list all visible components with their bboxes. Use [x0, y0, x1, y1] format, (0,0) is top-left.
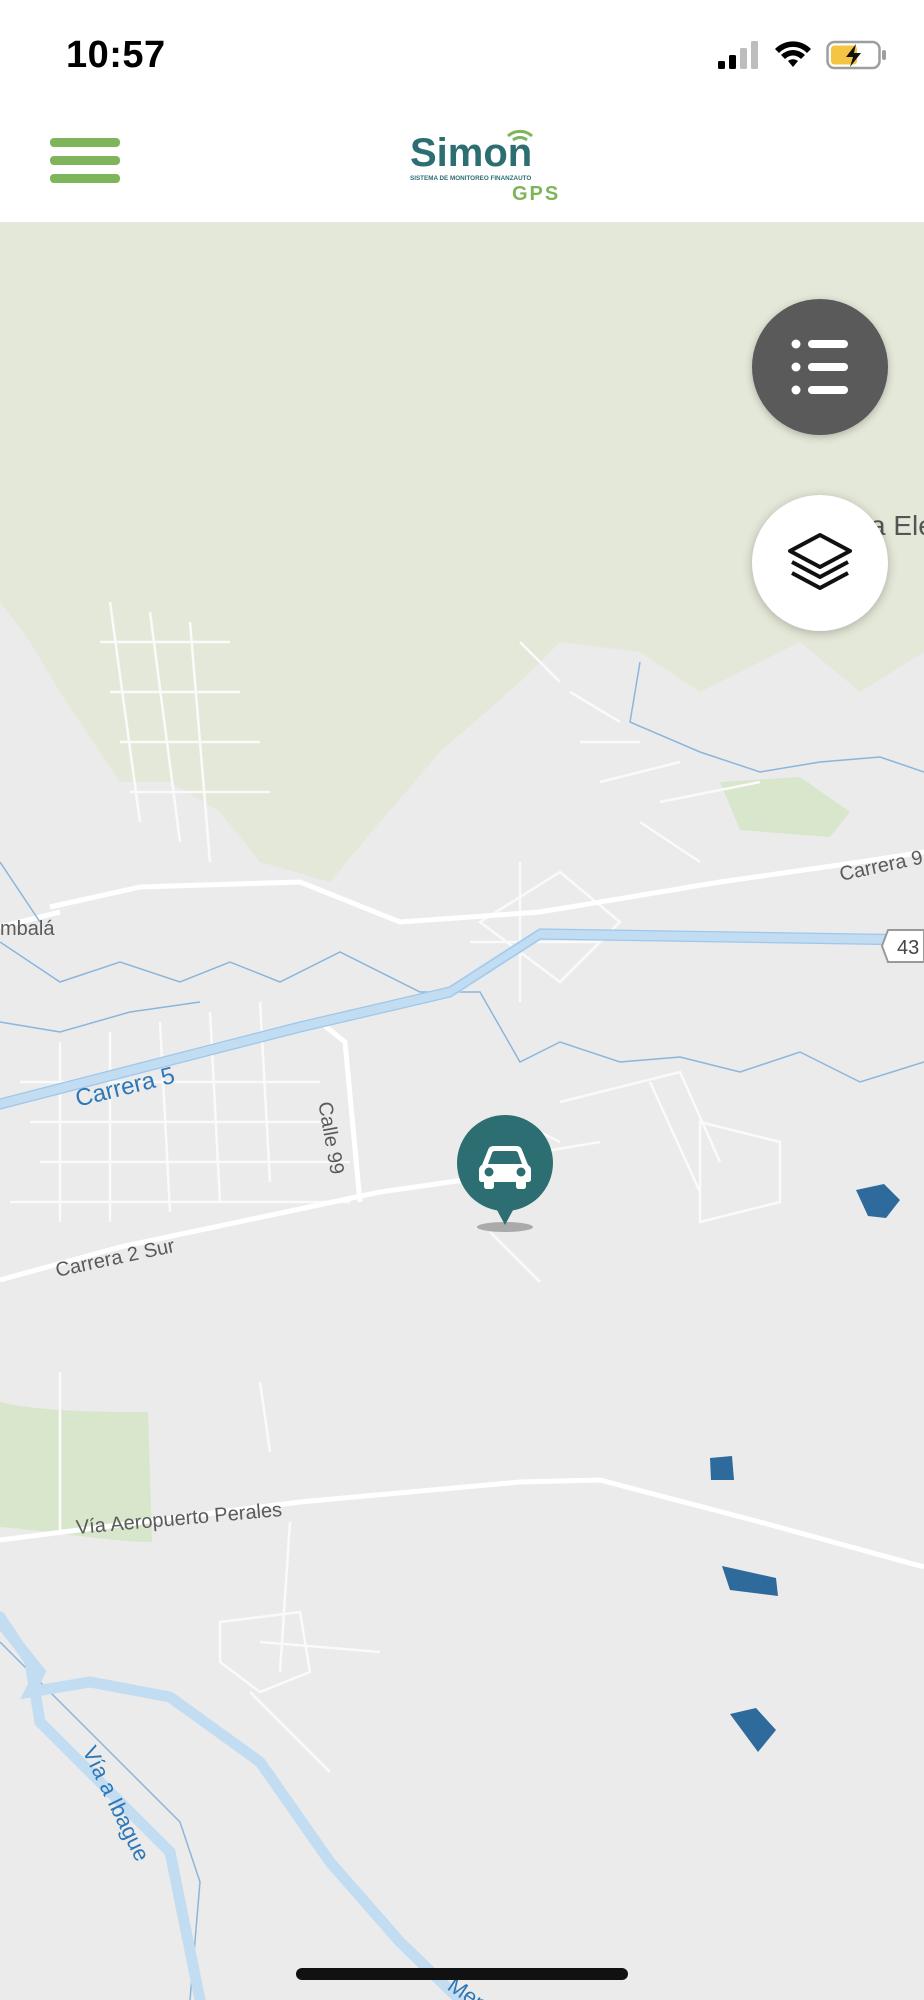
streams [0, 661, 924, 2000]
list-icon [791, 339, 848, 395]
geofence-polygon[interactable] [856, 1184, 900, 1218]
status-icons [718, 40, 888, 70]
highway-via-ibague [0, 1616, 466, 2000]
layers-icon [788, 533, 852, 590]
svg-text:43: 43 [897, 937, 919, 959]
vehicle-marker[interactable] [455, 1115, 555, 1245]
route-shield: 43 [880, 929, 924, 963]
svg-text:GPS: GPS [512, 183, 558, 204]
layers-button[interactable] [752, 495, 888, 631]
battery-charging-icon [826, 40, 886, 70]
street-label-cumbala: mbalá [0, 918, 55, 940]
simon-gps-logo: Simon SISTEMA DE MONITOREO FINANZAUTO GP… [410, 129, 558, 204]
status-time: 10:57 [66, 34, 166, 76]
status-bar: 10:57 [0, 0, 924, 110]
menu-button[interactable] [50, 138, 120, 190]
cellular-signal-icon [718, 41, 758, 69]
map-view[interactable]: 43 Carrera 9 mbalá Calle 99 Carrera 2 Su… [0, 222, 924, 2000]
hamburger-icon [50, 138, 120, 147]
list-button[interactable] [752, 299, 888, 435]
svg-text:SISTEMA DE MONITOREO FINANZAUT: SISTEMA DE MONITOREO FINANZAUTO [410, 175, 531, 182]
wifi-icon [775, 41, 811, 67]
geofence-polygon[interactable] [710, 1456, 734, 1480]
app-header: Simon SISTEMA DE MONITOREO FINANZAUTO GP… [0, 110, 924, 223]
home-indicator[interactable] [296, 1968, 628, 1980]
map-base: 43 [0, 222, 924, 2000]
geofence-polygons [710, 1184, 900, 1752]
street-carrera-9 [49, 849, 924, 925]
geofence-polygon[interactable] [730, 1708, 776, 1752]
geofence-polygon[interactable] [722, 1566, 778, 1596]
